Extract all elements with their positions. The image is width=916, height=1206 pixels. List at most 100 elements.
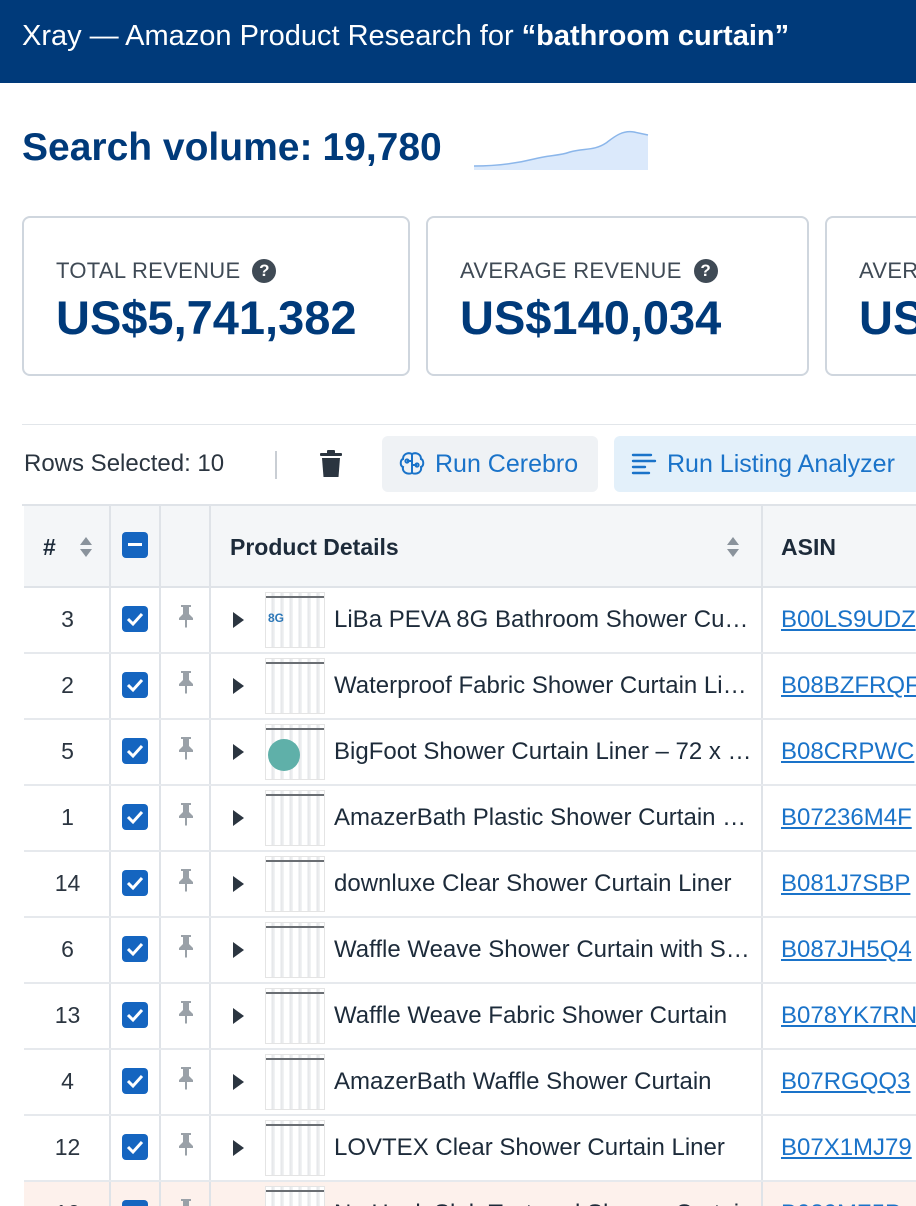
product-title[interactable]: Waffle Weave Shower Curtain with Snap-in…	[334, 936, 754, 964]
table-row[interactable]: 5 BigFoot Shower Curtain Liner – 72 x 72 B…	[24, 720, 916, 786]
expand-caret-icon[interactable]	[233, 1008, 244, 1024]
toolbar-separator	[275, 451, 277, 479]
asin-link[interactable]: B07236M4F	[781, 804, 912, 832]
product-title[interactable]: Waterproof Fabric Shower Curtain Liner	[334, 672, 754, 700]
row-rank: 3	[61, 606, 74, 632]
row-rank: 10	[24, 1200, 111, 1206]
table-toolbar: Rows Selected: 10 Run Cerebro Run Listin…	[0, 436, 916, 492]
row-rank: 4	[61, 1068, 74, 1094]
pin-icon[interactable]	[176, 1000, 196, 1024]
table-row[interactable]: 3 8G LiBa PEVA 8G Bathroom Shower Curtain …	[24, 588, 916, 654]
expand-caret-icon[interactable]	[233, 612, 244, 628]
list-bars-icon	[631, 453, 657, 475]
asin-link[interactable]: B07RGQQ3	[781, 1068, 910, 1096]
run-cerebro-label: Run Cerebro	[435, 449, 579, 478]
stat-value: US$140,034	[460, 291, 722, 344]
row-checkbox[interactable]	[122, 936, 148, 962]
run-cerebro-button[interactable]: Run Cerebro	[382, 436, 598, 492]
asin-link[interactable]: B087JH5Q4	[781, 936, 912, 964]
pin-icon[interactable]	[176, 736, 196, 760]
column-header-rank[interactable]: #	[24, 506, 111, 586]
pin-icon[interactable]	[176, 670, 196, 694]
app-header: Xray — Amazon Product Research for “bath…	[0, 0, 916, 83]
help-icon[interactable]: ?	[693, 259, 718, 283]
row-checkbox[interactable]	[122, 870, 148, 896]
asin-link[interactable]: B089MZ5P	[781, 1200, 901, 1206]
pin-icon[interactable]	[176, 934, 196, 958]
stat-label: TOTAL REVENUE	[56, 258, 241, 283]
product-thumbnail[interactable]	[265, 988, 325, 1044]
asin-link[interactable]: B00LS9UDZ	[781, 606, 916, 634]
product-thumbnail[interactable]	[265, 658, 325, 714]
row-checkbox[interactable]	[122, 738, 148, 764]
rows-selected-count: Rows Selected: 10	[24, 450, 225, 477]
product-title[interactable]: AmazerBath Plastic Shower Curtain Liner	[334, 804, 754, 832]
row-checkbox[interactable]	[122, 606, 148, 632]
run-listing-analyzer-button[interactable]: Run Listing Analyzer	[614, 436, 916, 492]
row-checkbox[interactable]	[122, 672, 148, 698]
stat-value: US$5,741,382	[56, 291, 357, 344]
product-title[interactable]: LOVTEX Clear Shower Curtain Liner	[334, 1134, 754, 1162]
sort-icon[interactable]	[726, 536, 740, 558]
product-thumbnail[interactable]: 8G	[265, 592, 325, 648]
help-icon[interactable]: ?	[252, 259, 277, 283]
row-checkbox[interactable]	[122, 1002, 148, 1028]
expand-caret-icon[interactable]	[233, 1074, 244, 1090]
table-row[interactable]: 1 AmazerBath Plastic Shower Curtain Liner…	[24, 786, 916, 852]
product-title[interactable]: No Hook Slub Textured Shower Curtain	[334, 1200, 754, 1206]
table-row[interactable]: 12 LOVTEX Clear Shower Curtain Liner B07X1…	[24, 1116, 916, 1182]
expand-caret-icon[interactable]	[233, 942, 244, 958]
row-checkbox[interactable]	[122, 1134, 148, 1160]
asin-link[interactable]: B078YK7RN	[781, 1002, 916, 1030]
row-rank: 1	[61, 804, 74, 830]
expand-caret-icon[interactable]	[233, 810, 244, 826]
product-title[interactable]: Waffle Weave Fabric Shower Curtain	[334, 1002, 754, 1030]
product-title[interactable]: BigFoot Shower Curtain Liner – 72 x 72	[334, 738, 754, 766]
column-header-pin	[161, 506, 211, 586]
product-title[interactable]: LiBa PEVA 8G Bathroom Shower Curtain Lin…	[334, 606, 754, 634]
pin-icon[interactable]	[176, 1132, 196, 1156]
row-rank: 2	[61, 672, 74, 698]
stat-label: AVERAGE REVENUE	[460, 258, 682, 283]
pin-icon[interactable]	[176, 868, 196, 892]
section-divider	[22, 424, 916, 425]
table-row[interactable]: 14 downluxe Clear Shower Curtain Liner B08…	[24, 852, 916, 918]
table-row[interactable]: 13 Waffle Weave Fabric Shower Curtain B078…	[24, 984, 916, 1050]
products-table: # Product Details ASIN 3 8G LiBa PEVA 8G B…	[22, 504, 916, 1206]
expand-caret-icon[interactable]	[233, 744, 244, 760]
row-checkbox[interactable]	[122, 804, 148, 830]
row-checkbox[interactable]	[122, 1200, 148, 1206]
row-checkbox[interactable]	[122, 1068, 148, 1094]
expand-caret-icon[interactable]	[233, 678, 244, 694]
select-all-checkbox[interactable]	[122, 532, 148, 558]
expand-caret-icon[interactable]	[233, 1140, 244, 1156]
search-volume: Search volume: 19,780	[22, 126, 442, 170]
asin-link[interactable]: B07X1MJ79	[781, 1134, 912, 1162]
asin-link[interactable]: B081J7SBP	[781, 870, 910, 898]
product-thumbnail[interactable]	[265, 1186, 325, 1206]
product-thumbnail[interactable]	[265, 1120, 325, 1176]
pin-icon[interactable]	[176, 1066, 196, 1090]
row-rank: 6	[61, 936, 74, 962]
product-thumbnail[interactable]	[265, 724, 325, 780]
column-header-product-details[interactable]: Product Details	[211, 506, 763, 586]
table-row[interactable]: 6 Waffle Weave Shower Curtain with Snap-i…	[24, 918, 916, 984]
sort-icon[interactable]	[79, 536, 93, 558]
product-thumbnail[interactable]	[265, 790, 325, 846]
table-row[interactable]: 4 AmazerBath Waffle Shower Curtain B07RGQQ…	[24, 1050, 916, 1116]
product-thumbnail[interactable]	[265, 1054, 325, 1110]
table-row[interactable]: 10 No Hook Slub Textured Shower Curtain B0…	[24, 1182, 916, 1206]
product-title[interactable]: downluxe Clear Shower Curtain Liner	[334, 870, 754, 898]
pin-icon[interactable]	[176, 802, 196, 826]
product-thumbnail[interactable]	[265, 922, 325, 978]
pin-icon[interactable]	[176, 1198, 196, 1206]
asin-link[interactable]: B08BZFRQF	[781, 672, 916, 700]
pin-icon[interactable]	[176, 604, 196, 628]
trash-icon[interactable]	[319, 450, 343, 478]
product-thumbnail[interactable]	[265, 856, 325, 912]
column-header-asin[interactable]: ASIN	[763, 506, 916, 586]
table-row[interactable]: 2 Waterproof Fabric Shower Curtain Liner B…	[24, 654, 916, 720]
product-title[interactable]: AmazerBath Waffle Shower Curtain	[334, 1068, 754, 1096]
expand-caret-icon[interactable]	[233, 876, 244, 892]
asin-link[interactable]: B08CRPWC	[781, 738, 914, 766]
